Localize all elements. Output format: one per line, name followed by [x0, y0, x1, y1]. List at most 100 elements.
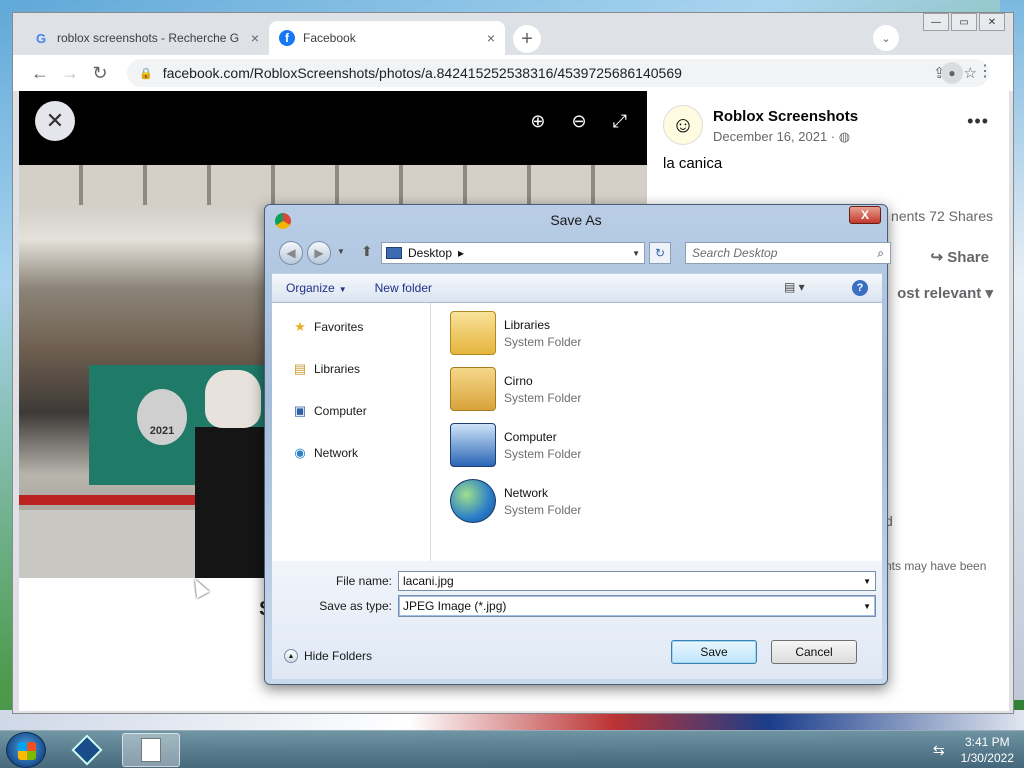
search-input[interactable]: Search Desktop ⌕ — [685, 242, 891, 264]
reload-icon[interactable]: ↻ — [85, 63, 115, 84]
network-icon: ◉ — [294, 445, 306, 460]
start-button[interactable] — [6, 732, 46, 768]
libraries-icon: ▤ — [293, 361, 307, 376]
bookmark-star-icon[interactable]: ☆ — [964, 64, 977, 82]
fullscreen-icon[interactable]: ⤢ — [613, 111, 627, 132]
minimize-icon[interactable]: — — [923, 13, 949, 31]
file-name-label: File name: — [335, 574, 392, 588]
back-icon[interactable]: ◀ — [279, 241, 303, 265]
page-avatar[interactable]: ☺ — [663, 105, 703, 145]
organize-menu[interactable]: Organize ▼ — [272, 281, 361, 295]
save-as-type-label: Save as type: — [319, 599, 392, 613]
window-close-icon[interactable]: ✕ — [979, 13, 1005, 31]
nav-item-computer[interactable]: ▣ Computer — [292, 401, 367, 421]
view-options-icon[interactable]: ▤ ▾ — [784, 280, 805, 294]
post-caption: la canica — [663, 155, 723, 172]
url-text: facebook.com/RobloxScreenshots/photos/a.… — [162, 65, 682, 81]
path-breadcrumb[interactable]: Desktop ▸ ▼ — [381, 242, 645, 264]
save-as-type-select[interactable]: JPEG Image (*.jpg) ▼ — [398, 595, 876, 617]
nav-item-label: Computer — [314, 404, 367, 418]
post-date[interactable]: December 16, 2021 · ◍ — [713, 129, 850, 145]
menu-icon[interactable]: ⋮ — [977, 61, 993, 81]
partial-text: nts may have been — [885, 559, 987, 573]
forward-icon[interactable]: → — [55, 63, 85, 84]
list-item[interactable]: Cirno System Folder — [450, 365, 581, 413]
file-name: Libraries — [504, 317, 551, 332]
path-separator-icon[interactable]: ▸ — [458, 246, 464, 260]
post-stats: nents 72 Shares — [575, 208, 993, 224]
chevron-down-icon[interactable]: ▼ — [863, 577, 871, 586]
zoom-in-icon[interactable]: ⊕ — [530, 111, 545, 132]
zoom-out-icon[interactable]: ⊖ — [572, 111, 587, 132]
refresh-icon[interactable]: ↻ — [649, 242, 671, 264]
nav-item-favorites[interactable]: ★ Favorites — [292, 317, 363, 337]
share-label: Share — [947, 249, 989, 266]
maximize-icon[interactable]: ▭ — [951, 13, 977, 31]
profile-icon[interactable]: ● — [941, 62, 963, 84]
photo-seal: 2021 — [137, 389, 187, 445]
taskbar-active-app[interactable] — [122, 733, 180, 767]
address-bar[interactable]: 🔒 facebook.com/RobloxScreenshots/photos/… — [127, 59, 989, 87]
search-placeholder: Search Desktop — [692, 246, 778, 260]
up-folder-icon[interactable]: ⬆ — [361, 243, 373, 260]
new-folder-button[interactable]: New folder — [361, 281, 446, 295]
photo-ceiling — [19, 165, 647, 205]
nav-item-label: Favorites — [314, 320, 364, 334]
nav-item-network[interactable]: ◉ Network — [292, 443, 358, 463]
save-button[interactable]: Save — [671, 640, 757, 664]
help-icon[interactable]: ? — [852, 280, 868, 296]
chevron-down-icon[interactable]: ▼ — [863, 602, 871, 611]
virtualbox-icon — [71, 734, 103, 766]
more-options-icon[interactable]: ••• — [967, 111, 989, 132]
list-item[interactable]: Network System Folder — [450, 477, 581, 525]
save-fields: File name: lacani.jpg ▼ Save as type: JP… — [272, 561, 882, 679]
share-arrow-icon: ↪ — [930, 249, 944, 266]
list-item[interactable]: Computer System Folder — [450, 421, 581, 469]
history-dropdown-icon[interactable]: ▼ — [337, 247, 345, 256]
file-name-value: lacani.jpg — [403, 574, 454, 588]
tab-search-icon[interactable]: ⌄ — [873, 25, 899, 51]
file-name-field[interactable]: lacani.jpg ▼ — [398, 571, 876, 591]
user-folder-icon — [450, 367, 496, 411]
facebook-icon: f — [279, 30, 295, 46]
hide-folders-label: Hide Folders — [304, 649, 373, 663]
path-location[interactable]: Desktop — [408, 246, 452, 260]
tab-title: Facebook — [303, 31, 356, 45]
windows-logo-icon — [18, 742, 36, 760]
nav-item-label: Network — [314, 446, 359, 460]
file-type: System Folder — [504, 390, 582, 405]
dialog-address-bar: ◀ ▶ ▼ ⬆ Desktop ▸ ▼ ↻ Search Desktop ⌕ — [275, 239, 891, 267]
cancel-button[interactable]: Cancel — [771, 640, 857, 664]
lock-icon: 🔒 — [139, 67, 153, 80]
tab-google-search[interactable]: G roblox screenshots - Recherche G × — [23, 21, 269, 55]
taskbar-virtualbox[interactable] — [58, 733, 116, 767]
nav-item-libraries[interactable]: ▤ Libraries — [292, 359, 360, 379]
dialog-panes: ★ Favorites ▤ Libraries ▣ Computer ◉ Net… — [272, 303, 882, 561]
path-dropdown-icon[interactable]: ▼ — [632, 249, 640, 258]
clock-date: 1/30/2022 — [960, 751, 1014, 765]
comment-sort[interactable]: ost relevant ▾ — [897, 284, 993, 302]
clock[interactable]: 3:41 PM 1/30/2022 — [961, 734, 1014, 766]
save-as-type-value: JPEG Image (*.jpg) — [403, 599, 507, 613]
file-type: System Folder — [504, 446, 582, 461]
list-item[interactable]: Libraries System Folder — [450, 309, 581, 357]
tab-close-icon[interactable]: × — [487, 30, 495, 46]
share-button[interactable]: ↪ Share — [931, 248, 989, 266]
new-tab-button[interactable]: + — [513, 25, 541, 53]
back-icon[interactable]: ← — [25, 63, 55, 84]
close-viewer-button[interactable]: ✕ — [35, 101, 75, 141]
organize-label: Organize — [286, 281, 335, 295]
tab-close-icon[interactable]: × — [251, 30, 259, 46]
stats-text[interactable]: nents 72 Shares — [891, 208, 993, 224]
post-author[interactable]: Roblox Screenshots — [713, 108, 858, 125]
nav-item-label: Libraries — [314, 362, 361, 376]
forward-icon[interactable]: ▶ — [307, 241, 331, 265]
hide-folders-button[interactable]: ▲ Hide Folders — [284, 649, 372, 663]
file-name: Network — [504, 485, 549, 500]
dialog-close-button[interactable]: X — [849, 206, 881, 224]
tab-facebook[interactable]: f Facebook × — [269, 21, 505, 55]
network-globe-icon — [450, 479, 496, 523]
network-tray-icon[interactable]: ⇆ — [933, 742, 945, 759]
viewer-tools: ⊕ ⊖ ⤢ — [530, 111, 627, 132]
chevron-up-icon: ▲ — [284, 649, 298, 663]
